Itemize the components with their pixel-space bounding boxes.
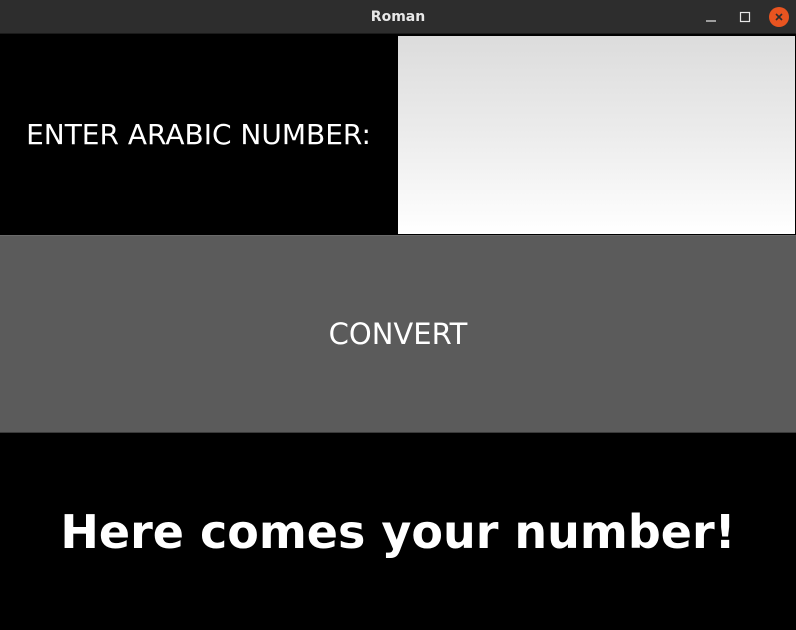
maximize-icon bbox=[739, 11, 751, 23]
arabic-number-input[interactable] bbox=[398, 36, 795, 234]
minimize-icon bbox=[706, 20, 716, 22]
result-text: Here comes your number! bbox=[60, 505, 736, 559]
title-bar[interactable]: Roman bbox=[0, 0, 796, 34]
minimize-button[interactable] bbox=[701, 7, 721, 27]
label-panel: ENTER ARABIC NUMBER: bbox=[0, 35, 397, 234]
close-button[interactable] bbox=[769, 7, 789, 27]
convert-button[interactable]: CONVERT bbox=[0, 235, 796, 433]
close-icon bbox=[775, 13, 783, 21]
convert-button-label: CONVERT bbox=[328, 317, 468, 351]
enter-arabic-number-label: ENTER ARABIC NUMBER: bbox=[26, 118, 371, 151]
maximize-button[interactable] bbox=[735, 7, 755, 27]
close-circle bbox=[769, 7, 789, 27]
window-title: Roman bbox=[370, 9, 426, 25]
result-panel: Here comes your number! bbox=[0, 434, 796, 630]
